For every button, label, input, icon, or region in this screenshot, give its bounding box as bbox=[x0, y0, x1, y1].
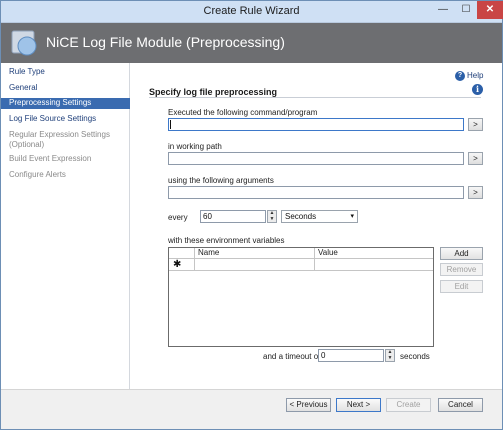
working-path-input[interactable] bbox=[168, 152, 464, 165]
cancel-button[interactable]: Cancel bbox=[438, 398, 483, 412]
interval-unit-select[interactable]: Seconds ▾ bbox=[281, 210, 358, 223]
help-icon: ? bbox=[455, 71, 465, 81]
command-browse-button[interactable]: > bbox=[468, 118, 483, 131]
nav-item-rule-type[interactable]: Rule Type bbox=[1, 67, 130, 79]
previous-button[interactable]: < Previous bbox=[286, 398, 331, 412]
nav-item-configure-alerts: Configure Alerts bbox=[9, 170, 66, 179]
arguments-browse-button[interactable]: > bbox=[468, 186, 483, 199]
close-button[interactable]: ✕ bbox=[477, 1, 503, 19]
maximize-button[interactable]: ☐ bbox=[455, 1, 477, 19]
help-label: Help bbox=[467, 71, 484, 81]
spin-down-icon[interactable]: ▼ bbox=[268, 216, 276, 223]
edit-button: Edit bbox=[440, 280, 483, 293]
wizard-steps-nav: Rule Type General Preprocessing Settings… bbox=[1, 63, 130, 389]
chevron-down-icon: ▾ bbox=[350, 213, 354, 220]
table-row[interactable]: ✱ bbox=[169, 259, 433, 271]
new-row-value-cell[interactable] bbox=[314, 259, 433, 271]
interval-input[interactable]: 60 bbox=[200, 210, 266, 223]
arguments-input[interactable] bbox=[168, 186, 464, 199]
arguments-label: using the following arguments bbox=[168, 176, 274, 185]
interval-spinner[interactable]: ▲ ▼ bbox=[267, 210, 277, 223]
nav-item-build-event-expression: Build Event Expression bbox=[9, 154, 92, 163]
text-cursor bbox=[170, 120, 171, 129]
title-bar: Create Rule Wizard — ☐ ✕ bbox=[1, 1, 503, 23]
minimize-button[interactable]: — bbox=[431, 1, 455, 19]
wizard-banner: NiCE Log File Module (Preprocessing) bbox=[1, 23, 502, 63]
wizard-window: Create Rule Wizard — ☐ ✕ NiCE Log File M… bbox=[0, 0, 503, 430]
remove-button: Remove bbox=[440, 263, 483, 276]
help-link[interactable]: ? Help bbox=[455, 71, 483, 81]
timeout-label: and a timeout of bbox=[263, 352, 321, 361]
timeout-unit-label: seconds bbox=[400, 352, 430, 361]
add-button[interactable]: Add bbox=[440, 247, 483, 260]
banner-title: NiCE Log File Module (Preprocessing) bbox=[46, 34, 285, 50]
every-label: every bbox=[168, 213, 188, 222]
working-path-label: in working path bbox=[168, 142, 222, 151]
nav-item-preprocessing-settings[interactable]: Preprocessing Settings bbox=[1, 98, 130, 109]
next-button[interactable]: Next > bbox=[336, 398, 381, 412]
working-path-browse-button[interactable]: > bbox=[468, 152, 483, 165]
section-divider bbox=[149, 97, 481, 98]
new-row-name-cell[interactable] bbox=[194, 259, 314, 271]
timeout-input[interactable]: 0 bbox=[318, 349, 384, 362]
command-input[interactable] bbox=[168, 118, 464, 131]
nav-item-log-file-source-settings[interactable]: Log File Source Settings bbox=[1, 114, 130, 126]
new-row-icon: ✱ bbox=[173, 259, 182, 270]
env-vars-grid[interactable]: Name Value ✱ bbox=[168, 247, 434, 347]
grid-header: Name Value bbox=[169, 248, 433, 259]
nav-item-regular-expression-settings: Regular Expression Settings (Optional) bbox=[9, 130, 110, 149]
command-label: Executed the following command/program bbox=[168, 108, 318, 117]
info-icon[interactable]: i bbox=[472, 84, 483, 95]
interval-unit-value: Seconds bbox=[285, 212, 317, 221]
window-title: Create Rule Wizard bbox=[203, 5, 300, 17]
column-header-value[interactable]: Value bbox=[314, 248, 433, 259]
column-header-name[interactable]: Name bbox=[194, 248, 314, 259]
timeout-spinner[interactable]: ▲ ▼ bbox=[385, 349, 395, 362]
spin-down-icon[interactable]: ▼ bbox=[386, 355, 394, 362]
module-icon bbox=[11, 30, 37, 56]
create-button: Create bbox=[386, 398, 431, 412]
section-title: Specify log file preprocessing bbox=[149, 87, 278, 97]
env-vars-label: with these environment variables bbox=[168, 236, 285, 245]
nav-item-general[interactable]: General bbox=[1, 83, 130, 95]
